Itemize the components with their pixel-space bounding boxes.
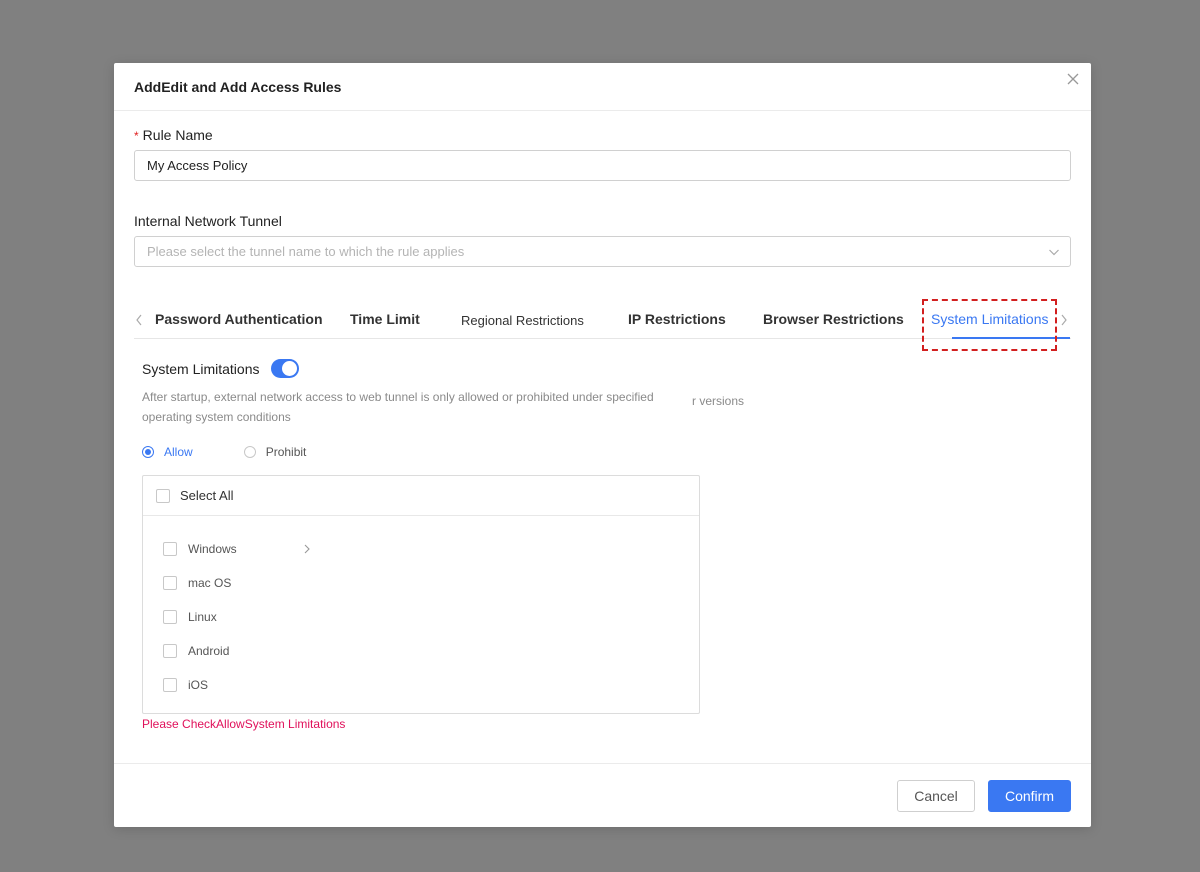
restriction-tabs: Password Authentication Time Limit Regio…: [134, 299, 1071, 339]
system-limitations-label: System Limitations: [142, 360, 260, 377]
tunnel-label: Internal Network Tunnel: [134, 213, 282, 229]
chevron-right-icon[interactable]: [303, 544, 311, 554]
macos-checkbox[interactable]: [163, 576, 177, 590]
tunnel-select-placeholder: Please select the tunnel name to which t…: [147, 244, 465, 259]
hint-overflow-text: r versions: [692, 394, 745, 408]
allow-radio[interactable]: Allow: [142, 445, 193, 459]
validation-error: Please CheckAllowSystem Limitations: [142, 717, 346, 731]
close-icon[interactable]: [1065, 71, 1081, 87]
active-tab-indicator: [952, 337, 1070, 339]
system-limitations-hint: After startup, external network access t…: [142, 390, 654, 424]
rule-name-label: * Rule Name: [134, 127, 213, 143]
cancel-button[interactable]: Cancel: [897, 780, 975, 812]
allow-radio-label: Allow: [164, 445, 193, 459]
tab-password-authentication[interactable]: Password Authentication: [155, 311, 323, 327]
windows-checkbox[interactable]: [163, 542, 177, 556]
os-list: Windows mac OS Linux Android iOS: [143, 516, 699, 702]
os-item-ios[interactable]: iOS: [143, 668, 699, 702]
allow-radio-dot: [142, 446, 154, 458]
toggle-knob: [282, 361, 298, 376]
os-item-label: mac OS: [188, 576, 232, 590]
rule-name-label-text: Rule Name: [142, 127, 213, 143]
tabs-next-icon[interactable]: [1059, 313, 1069, 327]
tabs-prev-icon[interactable]: [134, 313, 144, 327]
prohibit-radio-label: Prohibit: [265, 445, 307, 459]
os-item-label: iOS: [188, 678, 209, 692]
os-item-android[interactable]: Android: [143, 634, 699, 668]
prohibit-radio[interactable]: Prohibit: [243, 445, 307, 459]
tab-time-limit[interactable]: Time Limit: [350, 311, 420, 327]
system-limitations-row: System Limitations: [142, 359, 300, 378]
select-all-checkbox[interactable]: [156, 488, 170, 503]
dialog-title: AddEdit and Add Access Rules: [134, 79, 342, 95]
os-item-linux[interactable]: Linux: [143, 600, 699, 634]
required-mark: *: [134, 129, 139, 143]
dialog-footer: Cancel Confirm: [114, 763, 1091, 827]
chevron-down-icon: [1049, 249, 1059, 256]
tab-browser-restrictions[interactable]: Browser Restrictions: [763, 311, 904, 327]
tunnel-select[interactable]: Please select the tunnel name to which t…: [134, 236, 1071, 267]
dialog-header: AddEdit and Add Access Rules: [114, 63, 1091, 111]
prohibit-radio-dot: [243, 446, 256, 458]
tab-ip-restrictions[interactable]: IP Restrictions: [628, 311, 726, 327]
tab-regional-restrictions[interactable]: Regional Restrictions: [461, 313, 584, 328]
os-item-macos[interactable]: mac OS: [143, 566, 699, 600]
os-item-label: Android: [188, 644, 230, 658]
os-item-label: Windows: [188, 542, 237, 556]
confirm-button[interactable]: Confirm: [988, 780, 1071, 812]
tab-system-limitations[interactable]: System Limitations: [931, 311, 1048, 327]
mode-radio-group: Allow Prohibit: [142, 445, 306, 459]
rule-name-input[interactable]: [134, 150, 1071, 181]
linux-checkbox[interactable]: [163, 610, 177, 624]
os-item-windows[interactable]: Windows: [143, 532, 699, 566]
os-item-label: Linux: [188, 610, 217, 624]
system-limitations-toggle[interactable]: [271, 359, 300, 378]
select-all-label: Select All: [180, 488, 234, 503]
android-checkbox[interactable]: [163, 644, 177, 658]
ios-checkbox[interactable]: [163, 678, 177, 692]
os-selection-panel: Select All Windows mac OS Linux Android: [142, 475, 700, 714]
access-rule-dialog: AddEdit and Add Access Rules * Rule Name …: [114, 63, 1091, 827]
select-all-row[interactable]: Select All: [143, 476, 699, 516]
